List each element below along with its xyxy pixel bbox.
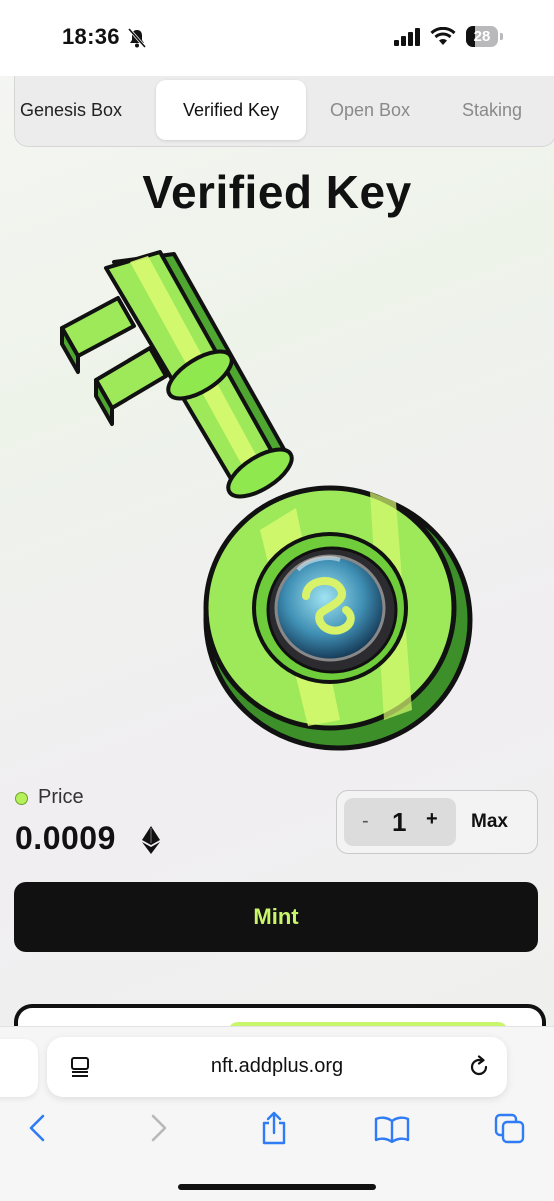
tab-bar: Genesis Box Verified Key Open Box Stakin… bbox=[14, 76, 554, 147]
quantity-value: 1 bbox=[392, 807, 407, 837]
battery-level: 28 bbox=[473, 28, 491, 45]
battery-icon: 28 bbox=[466, 26, 504, 47]
address-bar[interactable]: nft.addplus.org bbox=[47, 1037, 507, 1097]
price-indicator-dot bbox=[15, 792, 28, 805]
cellular-signal-icon bbox=[394, 28, 420, 46]
price-label: Price bbox=[38, 786, 84, 808]
status-bar: 18:36 28 bbox=[0, 0, 554, 76]
price-value: 0.0009 bbox=[15, 820, 116, 856]
tab-verified-key[interactable]: Verified Key bbox=[156, 80, 306, 140]
url-text: nft.addplus.org bbox=[210, 1055, 344, 1077]
increase-button[interactable]: + bbox=[426, 808, 438, 831]
previous-tab-preview[interactable] bbox=[0, 1039, 38, 1097]
clock: 18:36 bbox=[62, 24, 120, 49]
verified-key-image bbox=[60, 250, 473, 751]
tab-genesis-box[interactable]: Genesis Box bbox=[20, 80, 122, 140]
bookmarks-icon[interactable] bbox=[374, 1115, 410, 1143]
ethereum-icon bbox=[142, 826, 160, 854]
mint-button[interactable]: Mint bbox=[14, 882, 538, 952]
forward-icon[interactable] bbox=[146, 1113, 170, 1143]
decrease-button[interactable]: - bbox=[362, 810, 369, 833]
tabs-icon[interactable] bbox=[494, 1113, 526, 1145]
page-title: Verified Key bbox=[142, 166, 412, 218]
max-button[interactable]: Max bbox=[471, 811, 508, 833]
back-icon[interactable] bbox=[26, 1113, 50, 1143]
reload-icon[interactable] bbox=[467, 1055, 491, 1079]
browser-toolbar: nft.addplus.org bbox=[0, 1026, 554, 1201]
home-indicator[interactable] bbox=[178, 1184, 376, 1190]
silent-bell-icon bbox=[127, 28, 147, 48]
wifi-icon bbox=[430, 27, 456, 45]
share-icon[interactable] bbox=[260, 1111, 288, 1145]
quantity-stepper: - 1 + bbox=[344, 798, 456, 846]
quantity-selector: - 1 + Max bbox=[336, 790, 538, 854]
tab-staking[interactable]: Staking bbox=[462, 80, 522, 140]
tab-open-box[interactable]: Open Box bbox=[330, 80, 410, 140]
